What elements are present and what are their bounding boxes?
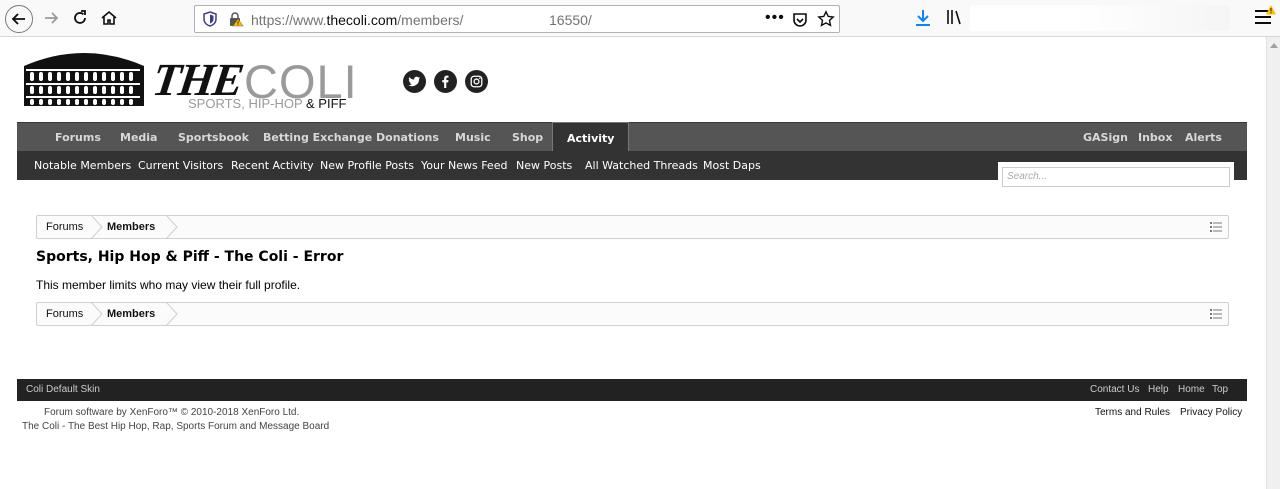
toolbar-extension-area bbox=[970, 5, 1230, 31]
warning-badge-icon bbox=[1266, 5, 1276, 15]
url-id: 16550/ bbox=[549, 12, 592, 28]
nav-tab-shop[interactable]: Shop bbox=[512, 123, 543, 152]
shield-icon[interactable] bbox=[202, 11, 218, 27]
search-input[interactable] bbox=[1002, 166, 1230, 187]
subnav-most-daps[interactable]: Most Daps bbox=[703, 151, 761, 180]
jump-menu-icon[interactable] bbox=[1210, 221, 1222, 233]
jump-menu-icon[interactable] bbox=[1210, 308, 1222, 320]
page-actions-button[interactable]: ••• bbox=[765, 9, 785, 27]
footer-bar: Coli Default Skin Contact Us Help Home T… bbox=[17, 379, 1247, 401]
facebook-button[interactable] bbox=[434, 70, 457, 93]
footer-top[interactable]: Top bbox=[1212, 379, 1228, 401]
main-navigation: Forums Media Sportsbook Betting Exchange… bbox=[17, 122, 1247, 152]
subnav-recent-activity[interactable]: Recent Activity bbox=[231, 151, 314, 180]
breadcrumb-separator-icon bbox=[166, 302, 178, 326]
twitter-icon bbox=[408, 76, 421, 87]
subnav-new-posts[interactable]: New Posts bbox=[516, 151, 572, 180]
breadcrumb-bottom: Forums Members bbox=[36, 302, 1229, 326]
subnav-current-visitors[interactable]: Current Visitors bbox=[138, 151, 223, 180]
library-icon[interactable] bbox=[945, 8, 963, 26]
copyright-text: Forum software by XenForo™ © 2010-2018 X… bbox=[44, 407, 300, 418]
nav-alerts[interactable]: Alerts bbox=[1185, 123, 1222, 152]
subnav-all-watched-threads[interactable]: All Watched Threads bbox=[585, 151, 698, 180]
download-icon[interactable] bbox=[914, 9, 932, 27]
subnav-your-news-feed[interactable]: Your News Feed bbox=[421, 151, 507, 180]
subnav-notable-members[interactable]: Notable Members bbox=[34, 151, 131, 180]
breadcrumb-forums[interactable]: Forums bbox=[46, 216, 83, 238]
forward-button[interactable] bbox=[38, 5, 64, 31]
logo-tagline: SPORTS, HIP-HOP & PIFF bbox=[188, 96, 346, 111]
facebook-icon bbox=[442, 75, 449, 88]
address-bar[interactable]: https://www.thecoli.com/members/ 16550/ … bbox=[194, 5, 840, 33]
search-box bbox=[998, 162, 1234, 190]
scroll-up-arrow-icon[interactable] bbox=[1270, 43, 1278, 48]
nav-tab-sportsbook[interactable]: Sportsbook bbox=[178, 123, 249, 152]
nav-inbox[interactable]: Inbox bbox=[1138, 123, 1172, 152]
arrow-right-icon bbox=[45, 12, 59, 24]
nav-tab-music[interactable]: Music bbox=[455, 123, 491, 152]
browser-toolbar: https://www.thecoli.com/members/ 16550/ … bbox=[0, 0, 1280, 37]
terms-and-rules-link[interactable]: Terms and Rules bbox=[1095, 407, 1170, 418]
reload-button[interactable] bbox=[67, 5, 93, 31]
instagram-icon bbox=[470, 75, 483, 88]
url-host: thecoli.com bbox=[326, 12, 398, 28]
bookmark-star-icon[interactable] bbox=[817, 10, 835, 28]
page-title: Sports, Hip Hop & Piff - The Coli - Erro… bbox=[36, 249, 344, 265]
breadcrumb-separator-icon bbox=[91, 302, 103, 326]
subnav-new-profile-posts[interactable]: New Profile Posts bbox=[320, 151, 414, 180]
arrow-left-icon bbox=[11, 13, 25, 25]
footer-help[interactable]: Help bbox=[1148, 379, 1169, 401]
back-button[interactable] bbox=[5, 5, 33, 33]
home-button[interactable] bbox=[96, 5, 122, 31]
instagram-button[interactable] bbox=[465, 70, 488, 93]
page-scrollbar[interactable] bbox=[1266, 37, 1280, 489]
reload-icon bbox=[74, 10, 86, 24]
footer-home[interactable]: Home bbox=[1178, 379, 1205, 401]
nav-tab-forums[interactable]: Forums bbox=[55, 123, 101, 152]
nav-tab-activity[interactable]: Activity bbox=[552, 122, 630, 152]
breadcrumb-members[interactable]: Members bbox=[107, 216, 155, 238]
skin-chooser-link[interactable]: Coli Default Skin bbox=[26, 379, 100, 401]
home-icon bbox=[101, 10, 117, 25]
url-prefix: https://www. bbox=[251, 12, 327, 28]
footer-contact-us[interactable]: Contact Us bbox=[1090, 379, 1139, 401]
error-message: This member limits who may view their fu… bbox=[36, 278, 301, 292]
breadcrumb-forums[interactable]: Forums bbox=[46, 303, 83, 325]
tagline-piff: & PIFF bbox=[306, 96, 347, 111]
tagline-main: SPORTS, HIP-HOP bbox=[188, 96, 306, 111]
breadcrumb-members[interactable]: Members bbox=[107, 303, 155, 325]
breadcrumb-top: Forums Members bbox=[36, 215, 1229, 239]
url-path: /members/ bbox=[397, 12, 464, 28]
lock-warning-icon[interactable] bbox=[228, 11, 244, 27]
twitter-button[interactable] bbox=[403, 70, 426, 93]
nav-tab-donations[interactable]: Donations bbox=[376, 123, 439, 152]
breadcrumb-separator-icon bbox=[166, 215, 178, 239]
nav-tab-media[interactable]: Media bbox=[120, 123, 157, 152]
nav-gasign[interactable]: GASign bbox=[1083, 123, 1128, 152]
nav-tab-betting-exchange[interactable]: Betting Exchange bbox=[263, 123, 372, 152]
pocket-icon[interactable] bbox=[791, 11, 809, 29]
privacy-policy-link[interactable]: Privacy Policy bbox=[1180, 407, 1242, 418]
site-description: The Coli - The Best Hip Hop, Rap, Sports… bbox=[22, 421, 330, 432]
breadcrumb-separator-icon bbox=[91, 215, 103, 239]
url-text[interactable]: https://www.thecoli.com/members/ bbox=[251, 12, 463, 28]
